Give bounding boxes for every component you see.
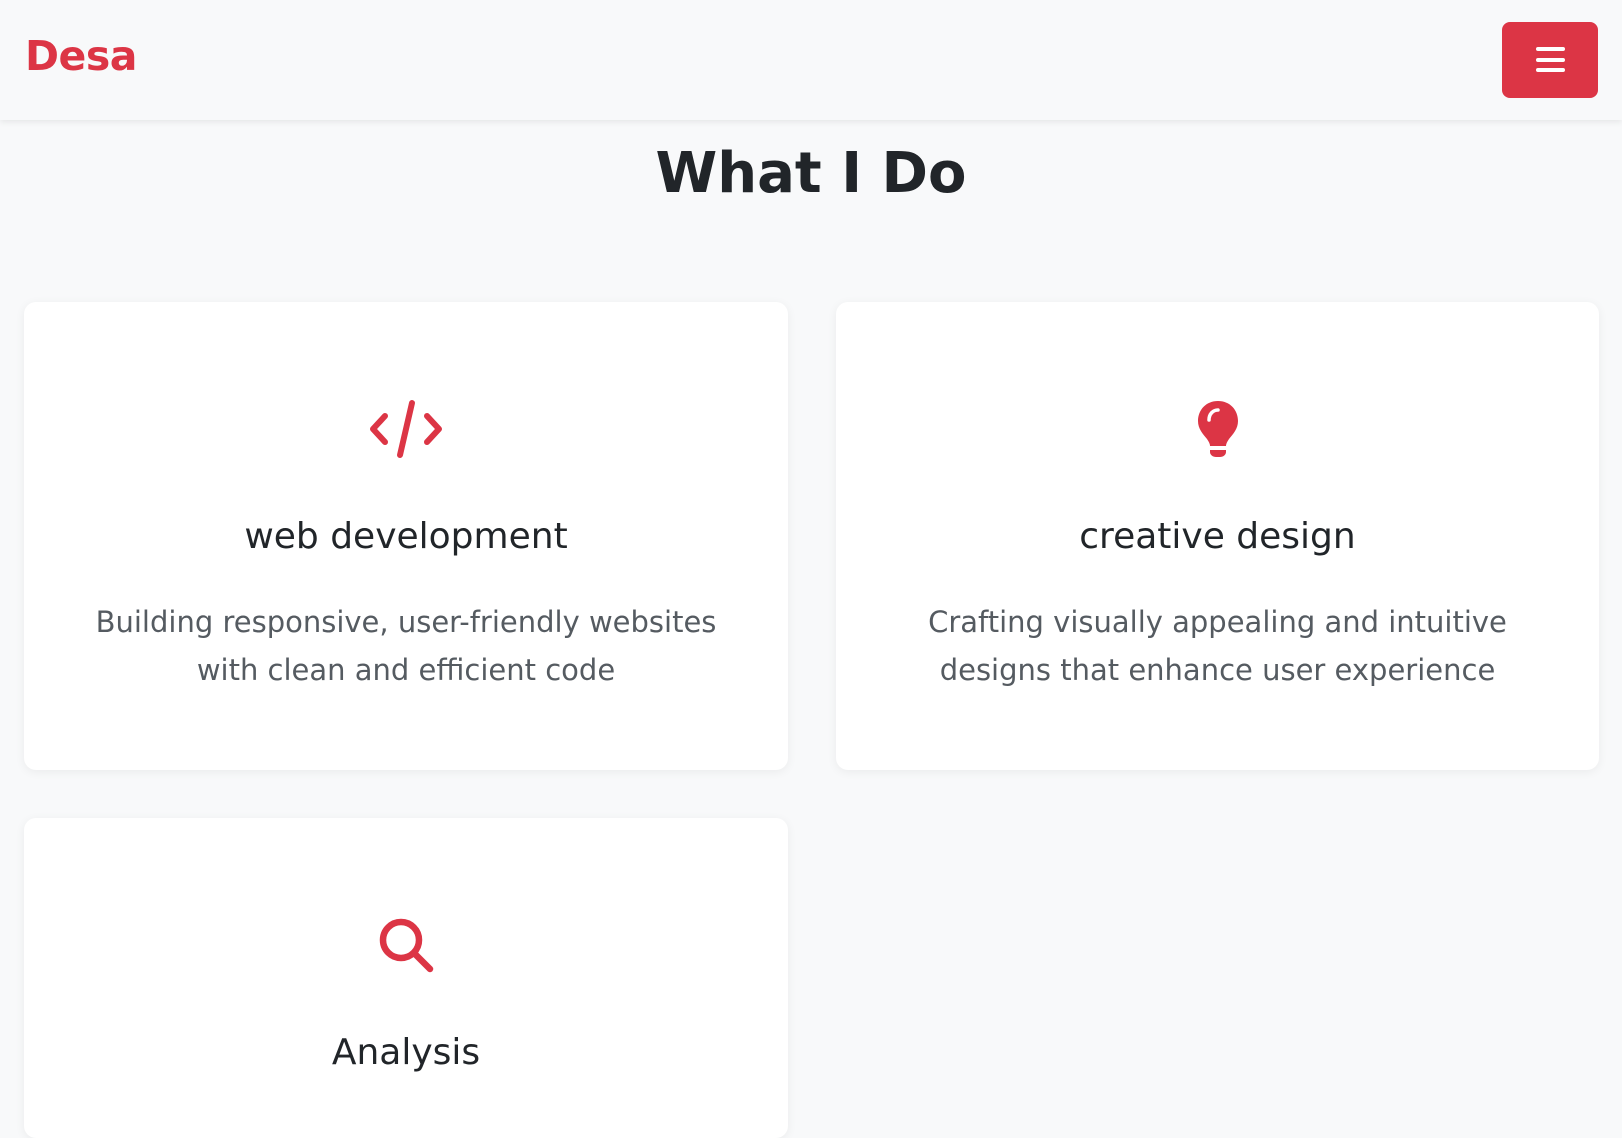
brand-logo[interactable]: Desa [25, 32, 137, 81]
lightbulb-icon [836, 394, 1599, 464]
navbar: Desa [0, 0, 1622, 120]
service-card-web-development: web development Building responsive, use… [24, 302, 788, 770]
section-title: What I Do [655, 141, 967, 206]
service-card-creative-design: creative design Crafting visually appeal… [836, 302, 1599, 770]
service-description: Building responsive, user-friendly websi… [95, 605, 717, 687]
service-title: Analysis [331, 1032, 481, 1073]
service-description: Crafting visually appealing and intuitiv… [928, 605, 1507, 687]
service-title: web development [244, 516, 568, 557]
search-icon [24, 910, 788, 980]
menu-toggle-button[interactable] [1502, 22, 1598, 98]
code-icon [24, 394, 788, 464]
service-card-analysis: Analysis [24, 818, 788, 1138]
hamburger-menu-icon [1536, 47, 1565, 72]
service-title: creative design [1079, 516, 1356, 557]
